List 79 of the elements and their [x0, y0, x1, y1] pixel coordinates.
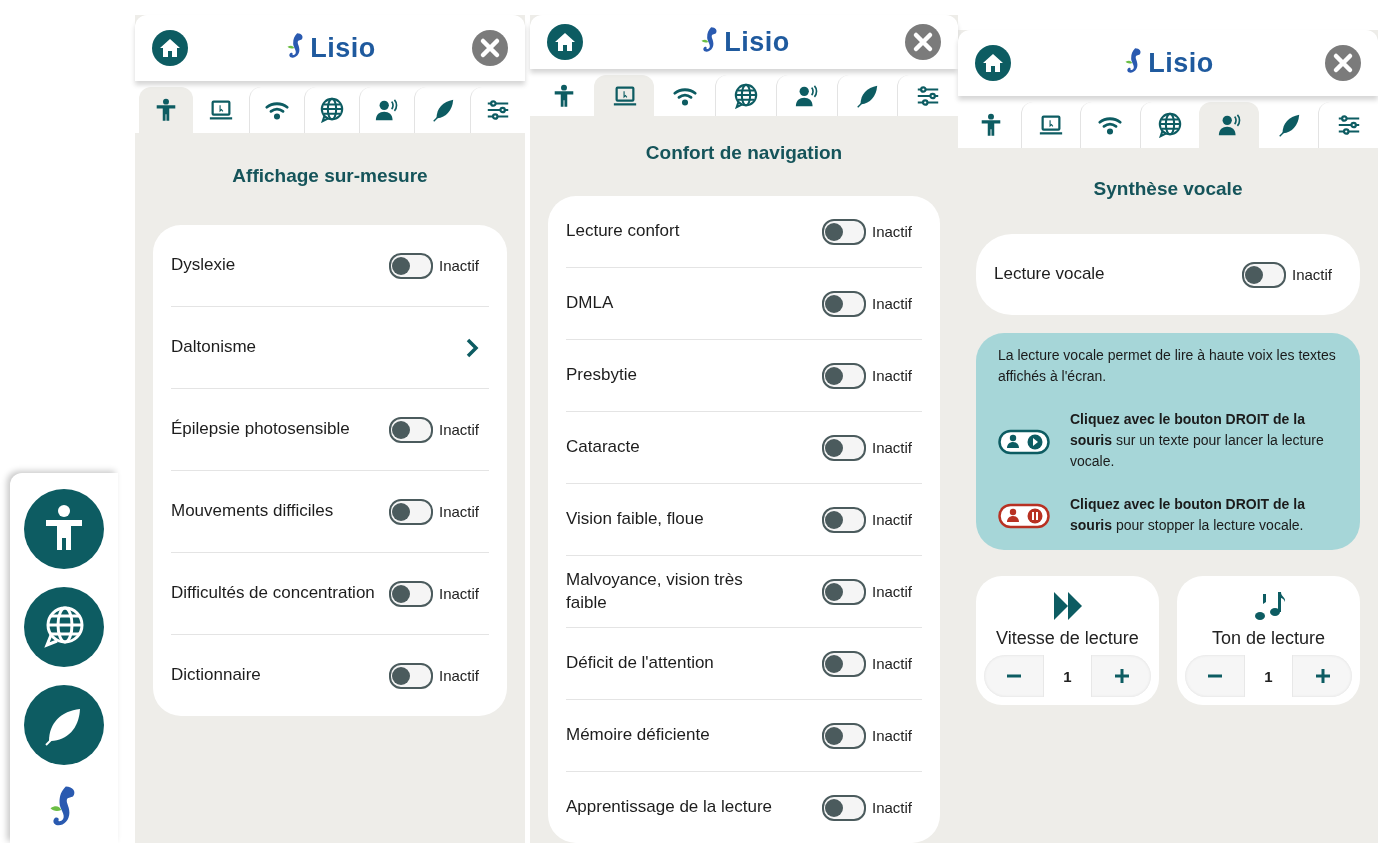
- globe-icon: [733, 82, 759, 109]
- toggle-status: Inactif: [439, 421, 481, 438]
- toggle-status: Inactif: [1292, 266, 1334, 283]
- info-text: La lecture vocale permet de lire à haute voix les textes affichés à l'écran.: [998, 346, 1337, 386]
- setting-label: Déficit de l'attention: [566, 652, 715, 675]
- setting-label: Lecture confort: [566, 220, 681, 243]
- setting-label: Apprentissage de la lecture: [566, 796, 774, 819]
- toggle-switch[interactable]: [822, 650, 866, 677]
- toggle-status: Inactif: [872, 439, 914, 456]
- close-icon[interactable]: [472, 30, 508, 66]
- accessibility-icon[interactable]: [24, 489, 104, 569]
- setting-label: Mouvements difficiles: [171, 500, 335, 523]
- toggle-switch[interactable]: [822, 290, 866, 317]
- close-icon[interactable]: [1325, 45, 1361, 81]
- toggle-switch[interactable]: [389, 498, 433, 525]
- setting-label: Dyslexie: [171, 254, 237, 277]
- toggle-switch[interactable]: [822, 506, 866, 533]
- setting-label: Malvoyance, vision très faible: [566, 568, 744, 614]
- toggle-status: Inactif: [872, 367, 914, 384]
- setting-label: DMLA: [566, 292, 615, 315]
- toggle-status: Inactif: [439, 257, 481, 274]
- toggle-switch[interactable]: [822, 434, 866, 461]
- logo-text: Lisio: [724, 26, 790, 58]
- stepper-value: 1: [1043, 655, 1092, 697]
- toggle-switch[interactable]: [1242, 261, 1286, 288]
- tab[interactable]: [1199, 102, 1259, 148]
- setting-label: Daltonisme: [171, 336, 258, 359]
- setting-label: Cataracte: [566, 436, 641, 459]
- setting-label: Mémoire déficiente: [566, 724, 711, 747]
- stepper-label: Ton de lecture: [1211, 628, 1326, 649]
- toggle-switch[interactable]: [389, 662, 433, 689]
- toggle-switch[interactable]: [822, 722, 866, 749]
- toggle-switch[interactable]: [822, 362, 866, 389]
- toggle-switch[interactable]: [822, 218, 866, 245]
- setting-label: Difficultés de concentration: [171, 582, 376, 605]
- read-aloud-pause-icon: [998, 501, 1050, 529]
- section-heading: Confort de navigation: [644, 142, 844, 164]
- toggle-status: Inactif: [872, 223, 914, 240]
- toggle-switch[interactable]: [389, 580, 433, 607]
- stepper-value: 1: [1244, 655, 1293, 697]
- home-icon[interactable]: [975, 45, 1011, 81]
- toggle-switch[interactable]: [389, 252, 433, 279]
- home-icon[interactable]: [152, 30, 188, 66]
- setting-label: Dictionnaire: [171, 664, 262, 687]
- toggle-status: Inactif: [439, 667, 481, 684]
- setting-label: Lecture vocale: [994, 263, 1106, 286]
- toggle-status: Inactif: [872, 727, 914, 744]
- toggle-switch[interactable]: [822, 794, 866, 821]
- close-icon[interactable]: [905, 24, 941, 61]
- home-icon[interactable]: [547, 24, 583, 61]
- toggle-status: Inactif: [439, 585, 481, 602]
- plus-icon: [1314, 668, 1331, 684]
- stepper-label: Vitesse de lecture: [996, 628, 1139, 649]
- toggle-status: Inactif: [872, 583, 914, 600]
- instruction-text: Cliquez avec le bouton DROIT de la souris sur un texte pour lancer la lecture vocale.: [1070, 410, 1325, 471]
- toggle-status: Inactif: [872, 799, 914, 816]
- tab[interactable]: [139, 87, 194, 133]
- voice-icon: [1216, 112, 1243, 138]
- toggle-status: Inactif: [439, 503, 481, 520]
- toggle-switch[interactable]: [822, 578, 866, 605]
- instruction-text: Cliquez avec le bouton DROIT de la souris pour stopper la lecture vocale.: [1070, 495, 1306, 535]
- setting-label: Presbytie: [566, 364, 638, 387]
- logo-text: Lisio: [1148, 47, 1214, 79]
- plus-icon: [1113, 668, 1130, 684]
- logo-text: Lisio: [310, 32, 376, 64]
- section-heading: Synthèse vocale: [1092, 178, 1244, 200]
- globe-icon: [1157, 112, 1183, 138]
- toggle-status: Inactif: [872, 511, 914, 528]
- toggle-switch[interactable]: [389, 416, 433, 443]
- setting-label: Épilepsie photosensible: [171, 418, 351, 441]
- setting-label: Vision faible, floue: [566, 508, 705, 531]
- toggle-status: Inactif: [872, 655, 914, 672]
- toggle-status: Inactif: [872, 295, 914, 312]
- globe-icon[interactable]: [24, 587, 104, 667]
- globe-icon: [319, 97, 345, 123]
- tab[interactable]: [593, 75, 655, 116]
- section-heading: Affichage sur-mesure: [231, 165, 429, 187]
- chevron-right-icon[interactable]: [465, 336, 479, 359]
- leaf-icon[interactable]: [24, 685, 104, 765]
